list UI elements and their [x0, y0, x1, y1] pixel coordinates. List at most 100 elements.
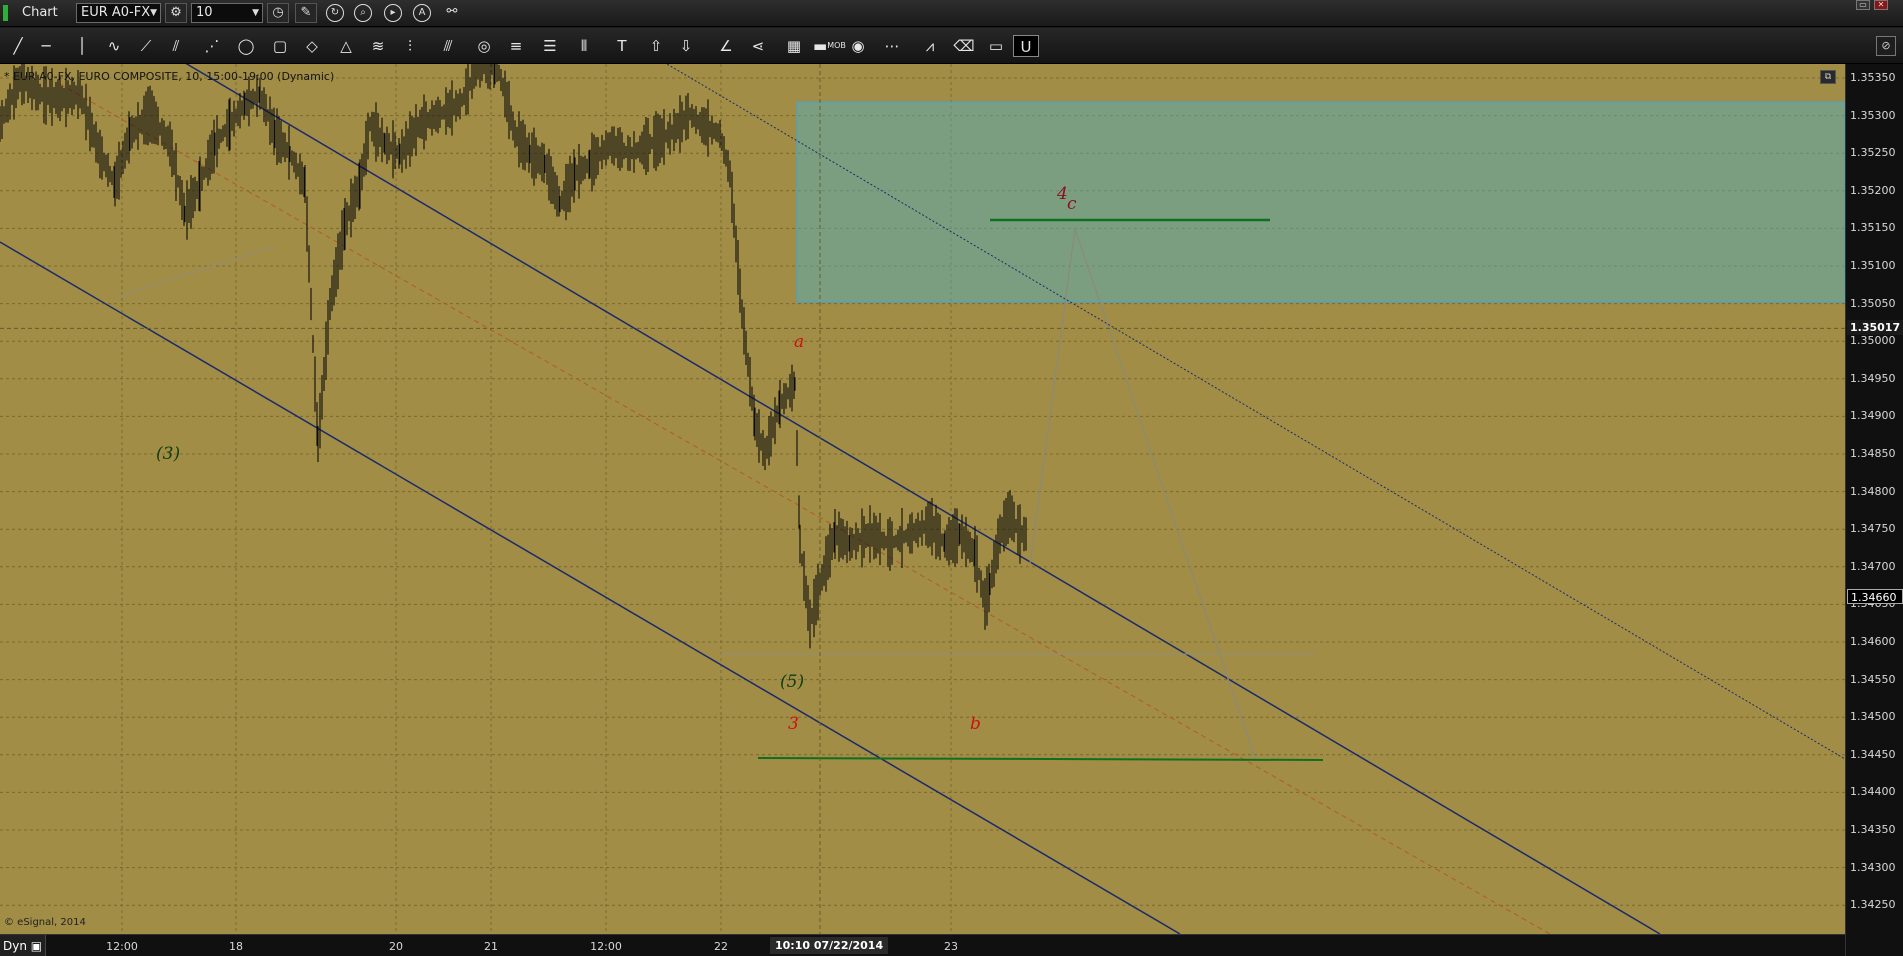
price-tick: 1.34450: [1850, 747, 1896, 761]
price-tick: 1.34300: [1850, 860, 1896, 874]
crosshair-price-label: 1.35017: [1847, 320, 1903, 336]
price-tick: 1.34900: [1850, 409, 1896, 423]
title-bar: Chart EUR A0-FX ▼ ⚙ 10 ▼ ◷ ✎ ↻ ⌕ ▸ A ⚯ ▭…: [0, 0, 1903, 27]
close-window-icon[interactable]: ✕: [1874, 0, 1888, 10]
link-icon[interactable]: ⚯: [441, 3, 463, 23]
text-tool-icon[interactable]: T: [609, 35, 635, 57]
projection-path: [1029, 228, 1256, 759]
price-tick: 1.35000: [1850, 334, 1896, 348]
levels-tool-icon[interactable]: ☰: [537, 35, 563, 57]
triangle-tool-icon[interactable]: △: [333, 35, 359, 57]
price-tick: 1.34750: [1850, 522, 1896, 536]
settings-gear-icon[interactable]: ⚙: [165, 3, 187, 23]
wave-label-3-paren: (3): [156, 444, 181, 464]
time-tick: 20: [389, 940, 403, 953]
horizontal-line-tool-icon[interactable]: ─: [33, 35, 59, 57]
rectangle-tool-icon[interactable]: ▢: [267, 35, 293, 57]
eraser-tool-icon[interactable]: ⌫: [951, 35, 977, 57]
price-tick: 1.35150: [1850, 221, 1896, 235]
time-tick: 21: [484, 940, 498, 953]
price-plot[interactable]: * EUR A0-FX, EURO COMPOSITE, 10, 15:00-1…: [0, 64, 1845, 934]
time-tick: 12:00: [106, 940, 138, 953]
time-zones-tool-icon[interactable]: ⦀: [571, 35, 597, 57]
time-tick: 23: [944, 940, 958, 953]
target-zone-box: [796, 101, 1845, 303]
price-chart-svg[interactable]: [0, 64, 1845, 934]
circle-tool-icon[interactable]: ◎: [471, 35, 497, 57]
refresh-icon[interactable]: ↻: [326, 4, 344, 22]
comment-tool-icon[interactable]: ▭: [983, 35, 1009, 57]
price-tick: 1.34500: [1850, 710, 1896, 724]
wave-label-a: a: [794, 332, 805, 352]
pti-tool-icon[interactable]: ⋯PTI: [879, 35, 905, 72]
time-axis[interactable]: Dyn ▣ 10:10 07/22/2014 12:00 18 20 21 12:00 2…: [0, 934, 1845, 956]
trend-tool-icon[interactable]: ⟋: [133, 35, 159, 57]
price-tick: 1.34600: [1850, 635, 1896, 648]
zoom-icon[interactable]: ⌕: [354, 4, 372, 22]
price-tick: 1.34400: [1850, 785, 1896, 799]
price-tick: 1.35350: [1850, 71, 1896, 84]
pitchfork-tool-icon[interactable]: ⋖: [745, 35, 771, 57]
price-tick: 1.35300: [1850, 108, 1896, 122]
esignal-app: Chart EUR A0-FX ▼ ⚙ 10 ▼ ◷ ✎ ↻ ⌕ ▸ A ⚯ ▭…: [0, 0, 1903, 956]
fib-levels-tool-icon[interactable]: ≡: [503, 35, 529, 57]
window-title: Chart: [22, 5, 58, 20]
play-icon[interactable]: ▸: [384, 4, 402, 22]
line-tool-icon[interactable]: ╱: [5, 35, 31, 57]
dyn-toggle[interactable]: Dyn ▣: [0, 935, 47, 956]
restore-window-icon[interactable]: ▭: [1856, 0, 1870, 10]
zigzag-tool-icon[interactable]: ⩘: [917, 35, 943, 57]
crosshair-date-label: 10:10 07/22/2014: [770, 937, 889, 954]
wave-tool-icon[interactable]: ∿: [101, 35, 127, 57]
last-price-label: 1.34660: [1847, 588, 1903, 604]
ellipse-tool-icon[interactable]: ◯: [233, 35, 259, 57]
fib-tool-icon[interactable]: ≋: [365, 35, 391, 57]
drawing-toolbar: ╱─ │ ∿ ⟋⫽ ⋰ ◯ ▢ ◇ △ ≋ ⫶ ⫻ ◎ ≡ ☰ ⦀ T ⇧⇩ ∠ ⋖ ▦ ▬MOB◉ ⋯PTI ⩘ ⌫ ▭U: [0, 28, 1903, 72]
price-tick: 1.34250: [1850, 898, 1896, 912]
dyn-label: Dyn: [3, 939, 27, 953]
copyright-text: © eSignal, 2014: [4, 917, 86, 928]
interval-selector[interactable]: 10 ▼: [191, 3, 263, 23]
price-tick: 1.34950: [1850, 371, 1896, 385]
symbol-selector[interactable]: EUR A0-FX ▼: [76, 3, 161, 23]
wave-label-5-paren: (5): [780, 672, 805, 692]
vertical-line-tool-icon[interactable]: │: [69, 35, 95, 57]
price-tick: 1.35250: [1850, 146, 1896, 160]
grid-tool-icon[interactable]: ▦: [781, 35, 807, 57]
fan-tool-icon[interactable]: ⫽: [163, 35, 189, 57]
price-axis[interactable]: 1.35350 1.35300 1.35250 1.35200 1.35150 1.351…: [1845, 64, 1903, 956]
price-tick: 1.34700: [1850, 559, 1896, 573]
support-green-line: [757, 757, 1324, 761]
price-tick: 1.34800: [1850, 484, 1896, 498]
cycle-tool-icon[interactable]: ⫶: [397, 35, 423, 57]
alert-icon[interactable]: A: [413, 4, 431, 22]
highlighter-tool-icon[interactable]: ◇: [299, 35, 325, 57]
price-tick: 1.34550: [1850, 672, 1896, 686]
restore-pane-icon[interactable]: ⧉: [1820, 70, 1836, 84]
time-tick: 18: [229, 940, 243, 953]
channel-tool-icon[interactable]: ⫻: [435, 35, 461, 57]
pencil-icon[interactable]: ✎: [295, 3, 317, 23]
window-color-indicator: [3, 5, 8, 21]
chart-window: * EUR A0-FX, EURO COMPOSITE, 10, 15:00-1…: [0, 64, 1903, 956]
mob-tool-icon[interactable]: ▬MOB: [813, 35, 846, 57]
interval-value: 10: [196, 5, 213, 20]
gann-tool-icon[interactable]: ⋰: [199, 35, 225, 57]
mob-tool-label: MOB: [827, 41, 846, 50]
eye-tool-icon[interactable]: ◉: [845, 35, 871, 57]
arrow-down-tool-icon[interactable]: ⇩: [673, 35, 699, 57]
toolbar-menu-icon[interactable]: ⊘: [1876, 36, 1896, 56]
arrow-up-tool-icon[interactable]: ⇧: [643, 35, 669, 57]
wave-label-b: b: [970, 714, 981, 734]
price-tick: 1.34350: [1850, 823, 1896, 836]
price-tick: 1.34850: [1850, 447, 1896, 460]
chevron-down-icon: ▼: [252, 8, 259, 18]
price-tick: 1.35050: [1850, 296, 1896, 310]
wave-label-3: 3: [788, 714, 799, 734]
chevron-down-icon: ▼: [150, 8, 157, 18]
angle-tool-icon[interactable]: ∠: [713, 35, 739, 57]
symbol-value: EUR A0-FX: [81, 5, 151, 20]
price-tick: 1.35100: [1850, 259, 1896, 272]
clock-icon[interactable]: ◷: [267, 3, 289, 23]
magnet-tool-icon[interactable]: U: [1013, 35, 1039, 57]
